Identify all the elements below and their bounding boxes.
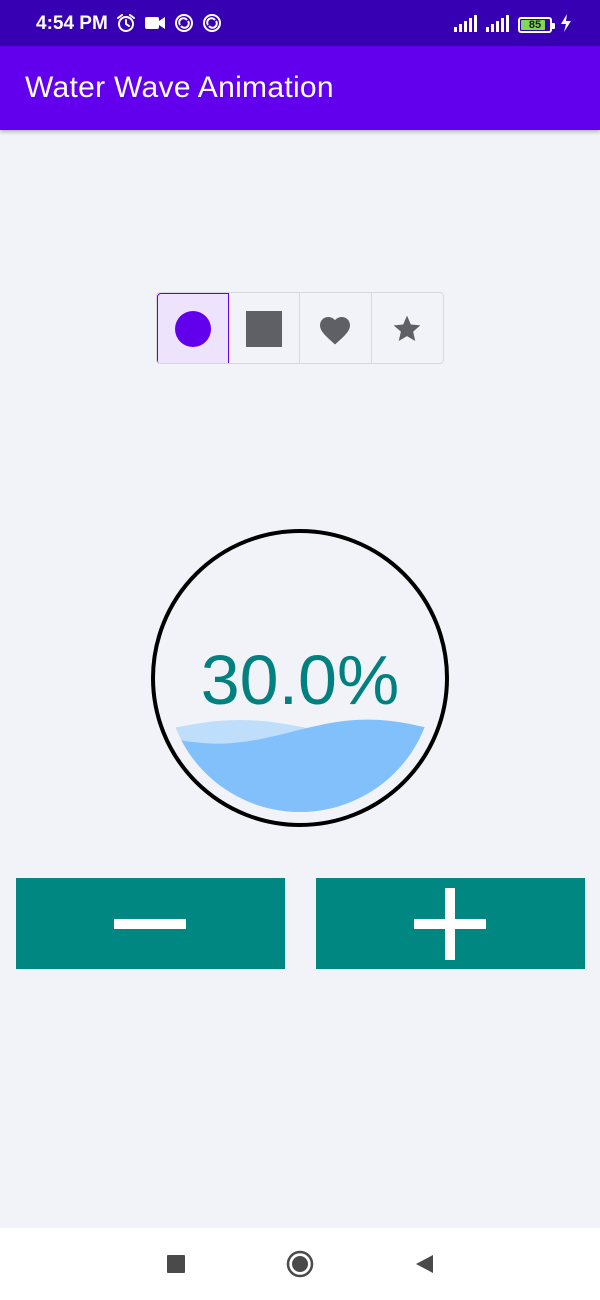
heart-icon [320, 317, 351, 345]
battery-icon: 85 [518, 17, 555, 33]
shape-option-square[interactable] [229, 293, 300, 363]
recents-button[interactable] [162, 1250, 190, 1278]
home-button[interactable] [286, 1250, 314, 1278]
signal-icon [454, 14, 478, 37]
video-camera-icon [144, 13, 166, 38]
square-icon [245, 311, 282, 347]
status-bar: 4:54 PM 85 [0, 0, 600, 46]
plus-icon [414, 888, 486, 960]
increase-button[interactable] [316, 878, 585, 969]
back-button[interactable] [410, 1250, 438, 1278]
recents-icon [167, 1255, 185, 1273]
sync-icon [174, 13, 194, 38]
app-bar: Water Wave Animation [0, 46, 600, 130]
minus-icon [114, 919, 186, 929]
alarm-icon [116, 13, 136, 38]
circle-icon [174, 311, 211, 347]
shape-option-circle[interactable] [157, 293, 229, 363]
shape-option-heart[interactable] [300, 293, 372, 363]
shape-selector [156, 292, 444, 364]
status-time: 4:54 PM [36, 13, 108, 34]
status-icons-left [116, 13, 222, 38]
star-icon [393, 315, 421, 341]
status-icons-right: 85 [454, 13, 572, 38]
app-title: Water Wave Animation [25, 71, 334, 104]
shape-option-star[interactable] [372, 293, 444, 363]
home-icon [286, 1250, 314, 1278]
signal-icon [486, 14, 510, 37]
charging-icon [560, 13, 572, 38]
back-icon [416, 1255, 433, 1273]
sync-icon [202, 13, 222, 38]
decrease-button[interactable] [16, 878, 285, 969]
nav-bar [0, 1228, 600, 1300]
battery-level: 85 [528, 19, 542, 31]
progress-percent-label: 30.0% [200, 641, 400, 719]
